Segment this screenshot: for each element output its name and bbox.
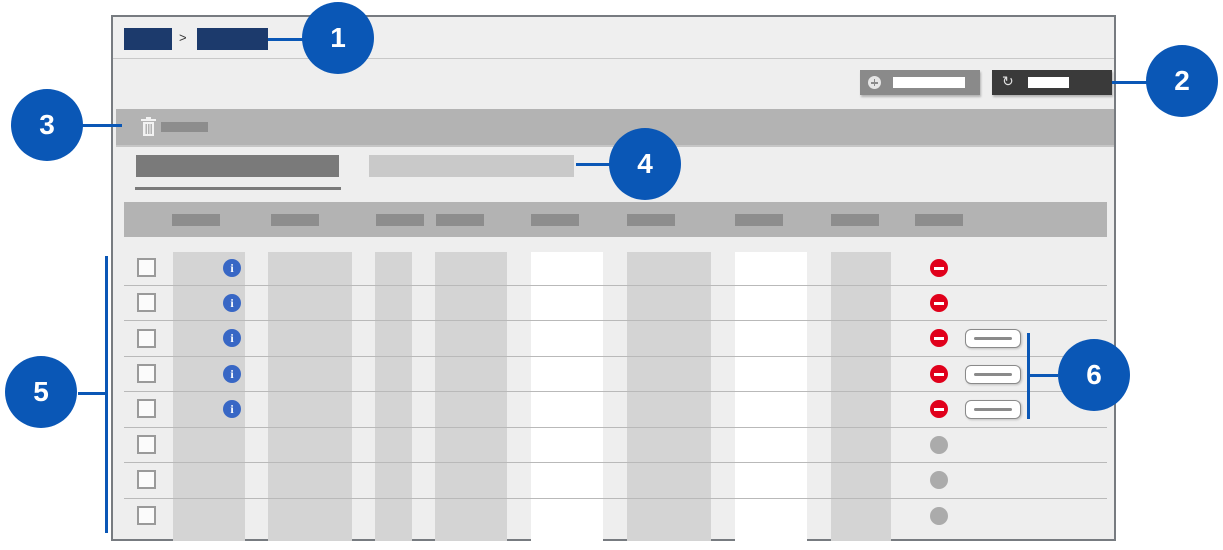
tab-active[interactable] [136, 155, 339, 177]
row-divider [124, 498, 1107, 499]
tab-active-underline [135, 187, 341, 190]
info-icon[interactable]: i [223, 365, 241, 383]
breadcrumb-item-current[interactable] [197, 28, 268, 50]
status-dot-inactive [930, 507, 948, 525]
row-divider [124, 427, 1107, 428]
row-divider [124, 462, 1107, 463]
status-dot-inactive [930, 436, 948, 454]
column-header[interactable] [627, 214, 675, 226]
add-button-label [893, 77, 965, 88]
delete-action-label[interactable] [161, 122, 208, 132]
row-checkbox[interactable] [137, 364, 156, 383]
row-action-button[interactable] [965, 365, 1021, 384]
remove-icon[interactable] [930, 400, 948, 418]
row-checkbox[interactable] [137, 258, 156, 277]
breadcrumb-item-root[interactable] [124, 28, 172, 50]
column-header[interactable] [172, 214, 220, 226]
callout-6-leader [1030, 374, 1058, 377]
row-checkbox[interactable] [137, 435, 156, 454]
row-divider [124, 320, 1107, 321]
callout-5: 5 [5, 356, 77, 428]
callout-5-leader [78, 392, 106, 395]
column-header[interactable] [915, 214, 963, 226]
column-header[interactable] [271, 214, 319, 226]
row-checkbox[interactable] [137, 293, 156, 312]
remove-icon[interactable] [930, 259, 948, 277]
row-checkbox[interactable] [137, 470, 156, 489]
add-button[interactable] [860, 70, 980, 95]
info-icon[interactable]: i [223, 400, 241, 418]
info-icon[interactable]: i [223, 294, 241, 312]
breadcrumb-separator: > [179, 30, 187, 45]
refresh-button-label [1028, 77, 1069, 88]
remove-icon[interactable] [930, 294, 948, 312]
refresh-button[interactable]: ↻ [992, 70, 1112, 95]
table-header [124, 202, 1107, 237]
row-divider [124, 356, 1107, 357]
row-divider [124, 391, 1107, 392]
callout-6: 6 [1058, 339, 1130, 411]
callout-2-leader [1112, 81, 1148, 84]
callout-4: 4 [609, 128, 681, 200]
plus-circle-icon [868, 76, 881, 89]
callout-1: 1 [302, 2, 374, 74]
row-action-button[interactable] [965, 329, 1021, 348]
callout-3: 3 [11, 89, 83, 161]
column-header[interactable] [531, 214, 579, 226]
info-icon[interactable]: i [223, 259, 241, 277]
remove-icon[interactable] [930, 365, 948, 383]
row-checkbox[interactable] [137, 329, 156, 348]
column-header[interactable] [376, 214, 424, 226]
action-bar [116, 109, 1114, 147]
status-dot-inactive [930, 471, 948, 489]
column-header[interactable] [831, 214, 879, 226]
info-icon[interactable]: i [223, 329, 241, 347]
row-checkbox[interactable] [137, 506, 156, 525]
row-action-button[interactable] [965, 400, 1021, 419]
row-checkbox[interactable] [137, 399, 156, 418]
tab-inactive[interactable] [369, 155, 574, 177]
refresh-icon: ↻ [1002, 74, 1014, 90]
column-header[interactable] [735, 214, 783, 226]
remove-icon[interactable] [930, 329, 948, 347]
callout-3-leader [82, 124, 122, 127]
row-divider [124, 285, 1107, 286]
callout-4-leader [576, 163, 612, 166]
column-header[interactable] [436, 214, 484, 226]
callout-1-leader [268, 38, 304, 41]
trash-icon[interactable] [140, 117, 157, 136]
callout-2: 2 [1146, 45, 1218, 117]
